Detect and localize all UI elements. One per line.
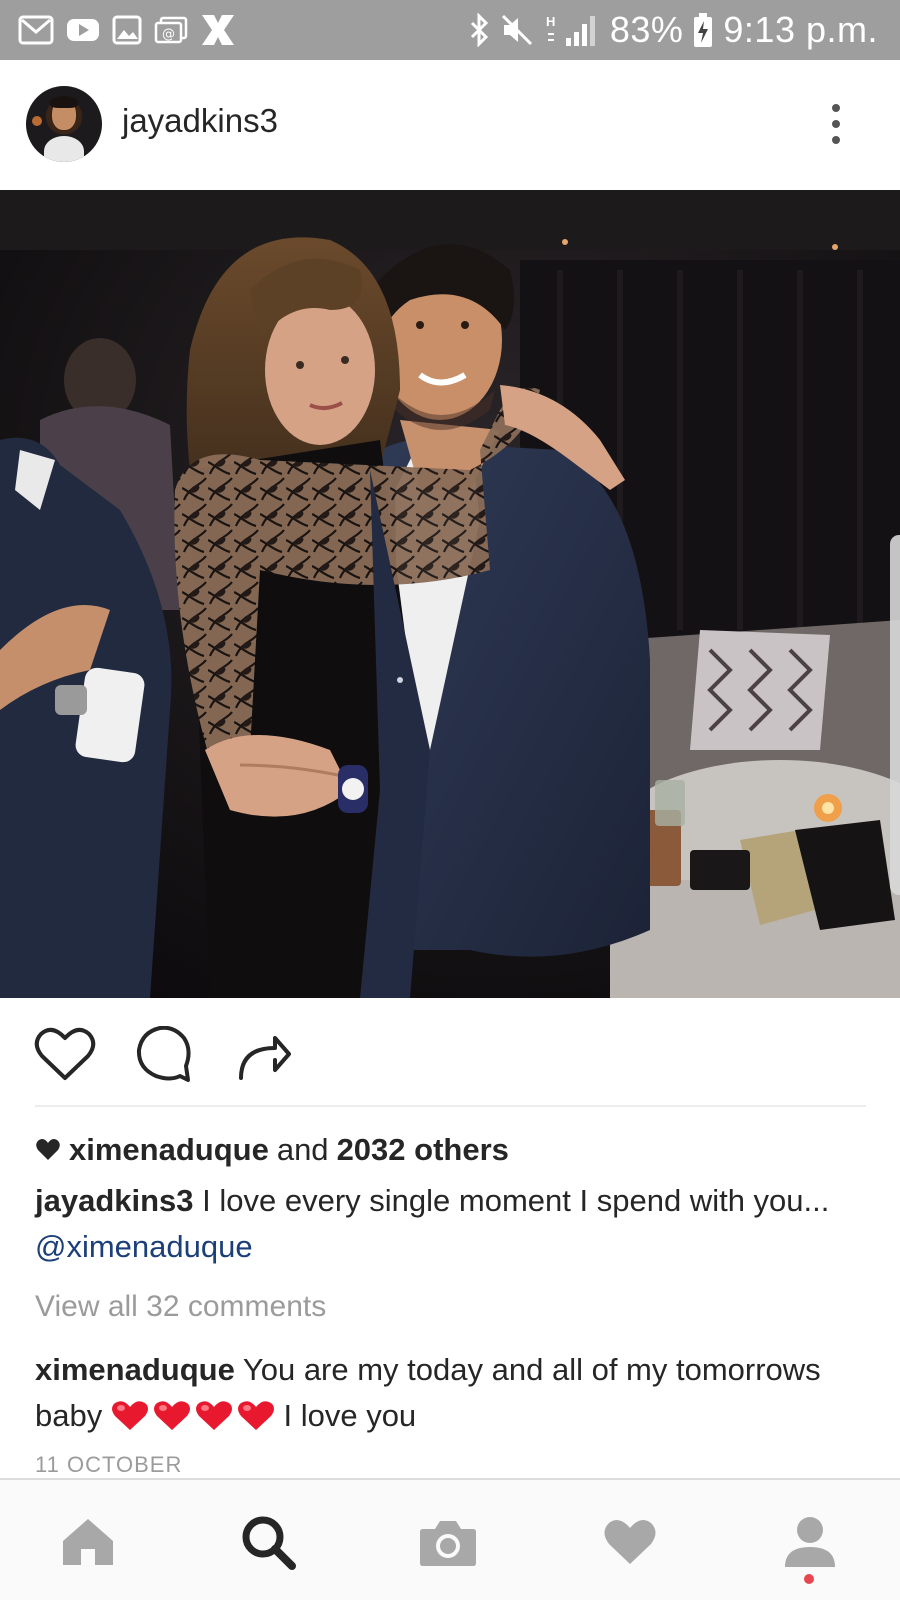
likes-heart-icon [36,1139,60,1160]
email-icon: @ [154,16,188,44]
comment-bubble-icon[interactable] [136,1026,192,1084]
nav-activity[interactable] [600,1512,660,1572]
network-type-label: H [546,14,555,29]
author-avatar[interactable] [26,86,102,162]
caption-author[interactable]: jayadkins3 [35,1183,194,1218]
svg-text:@: @ [162,27,175,42]
share-arrow-icon[interactable] [235,1026,291,1082]
profile-notification-dot [804,1574,814,1584]
caption-mention-link[interactable]: @ximenaduque [35,1229,253,1264]
battery-charging-icon [694,13,713,47]
status-bar: @ H 83% 9:13 p.m. [0,0,900,60]
gallery-icon [112,15,142,45]
clock: 9:13 p.m. [723,9,878,50]
more-options-icon[interactable] [832,104,840,144]
signal-icon: H [546,14,595,46]
red-heart-emoji-icon [237,1401,274,1430]
profile-icon [785,1517,835,1567]
gmail-icon [18,15,54,45]
post-date: 11 OCTOBER [35,1452,183,1477]
red-heart-emoji-icon [111,1401,148,1430]
comment-item: ximenaduque You are my today and all of … [35,1347,865,1439]
post-photo[interactable] [0,190,900,998]
notification-icons: @ [18,12,236,48]
first-liker-username[interactable]: ximenaduque [69,1132,269,1168]
camera-icon [420,1521,476,1566]
system-status: H 83% 9:13 p.m. [468,8,878,52]
bottom-navigation [0,1478,900,1600]
likes-summary[interactable]: ximenaduque and 2032 others [35,1130,509,1170]
activity-heart-icon [604,1519,656,1564]
search-icon [242,1516,296,1570]
likes-others-count[interactable]: 2032 others [337,1132,509,1168]
comment-text-after: I love you [283,1398,417,1433]
action-divider [35,1105,866,1107]
mute-icon [501,14,532,46]
nav-home[interactable] [58,1512,118,1572]
post-caption: jayadkins3 I love every single moment I … [35,1178,865,1270]
view-all-comments-link[interactable]: View all 32 comments [35,1290,326,1324]
scroll-edge-indicator [890,535,900,895]
home-icon [63,1519,113,1565]
nav-search[interactable] [238,1512,298,1572]
caption-text: I love every single moment I spend with … [202,1183,830,1218]
red-heart-emoji-icon [153,1401,190,1430]
likes-connector: and [276,1132,329,1167]
post-header: jayadkins3 [0,60,900,190]
like-heart-icon[interactable] [34,1026,96,1082]
bluetooth-icon [470,13,488,47]
author-username[interactable]: jayadkins3 [122,102,278,140]
action-bar [0,1000,900,1105]
nav-profile[interactable] [780,1512,840,1572]
heart-emoji-group [111,1400,275,1432]
nav-camera[interactable] [418,1512,478,1572]
youtube-icon [67,19,99,41]
red-heart-emoji-icon [195,1401,232,1430]
battery-percentage: 83% [609,9,684,50]
comment-author[interactable]: ximenaduque [35,1352,235,1387]
x-app-icon [202,15,234,45]
couple-photo-illustration [0,190,900,998]
